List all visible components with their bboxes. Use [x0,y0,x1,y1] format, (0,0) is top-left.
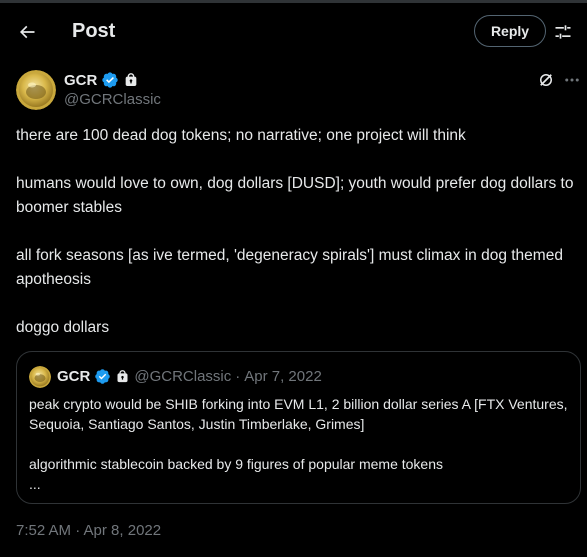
verified-badge-icon [102,72,119,88]
quoted-header: GCR @GCRClassic · Apr 7, 2022 [57,368,322,385]
reply-button[interactable]: Reply [474,15,546,47]
tweet-paragraph: doggo dollars [16,319,110,336]
quoted-lock [115,369,130,384]
settings-button[interactable] [550,19,576,45]
grok-button[interactable] [536,70,556,90]
tweet-paragraph: all fork seasons [as ive termed, 'degene… [16,247,563,288]
gold-coin-avatar-icon [16,70,56,110]
quoted-handle: @GCRClassic [134,368,232,385]
protected-lock [123,72,139,88]
gold-coin-avatar-icon [29,366,51,388]
author-name-row: GCR [64,70,139,90]
tweet-paragraph: humans would love to own, dog dollars [D… [16,175,574,216]
quoted-display-name: GCR [57,368,91,385]
author-display-name[interactable]: GCR [64,72,97,89]
more-options-button[interactable] [562,70,582,90]
quoted-verified-badge [94,368,111,385]
avatar[interactable] [16,70,56,110]
back-button[interactable] [10,15,44,49]
lock-icon [126,73,137,86]
quoted-avatar [29,366,51,388]
tweet-paragraph: there are 100 dead dog tokens; no narrat… [16,127,466,144]
separator-dot: · [235,368,241,385]
quoted-paragraph: algorithmic stablecoin backed by 9 figur… [29,456,443,492]
verified-badge-icon [95,369,111,384]
author-handle[interactable]: @GCRClassic [64,91,161,108]
verified-badge [101,71,119,89]
lock-icon [117,370,128,383]
quoted-text: peak crypto would be SHIB forking into E… [29,394,569,494]
sliders-icon [555,25,571,39]
tweet-text: there are 100 dead dog tokens; no narrat… [16,124,576,340]
more-horizontal-icon [565,78,579,82]
arrow-left-icon [19,25,35,39]
grok-icon [540,74,552,86]
quoted-paragraph: peak crypto would be SHIB forking into E… [29,396,568,432]
post-timestamp[interactable]: 7:52 AM · Apr 8, 2022 [16,522,161,539]
page-title: Post [72,20,116,42]
quoted-date: Apr 7, 2022 [244,368,322,385]
post-header: Post Reply [0,3,587,59]
quoted-tweet-card[interactable]: GCR @GCRClassic · Apr 7, 2022 peak crypt… [16,351,581,504]
